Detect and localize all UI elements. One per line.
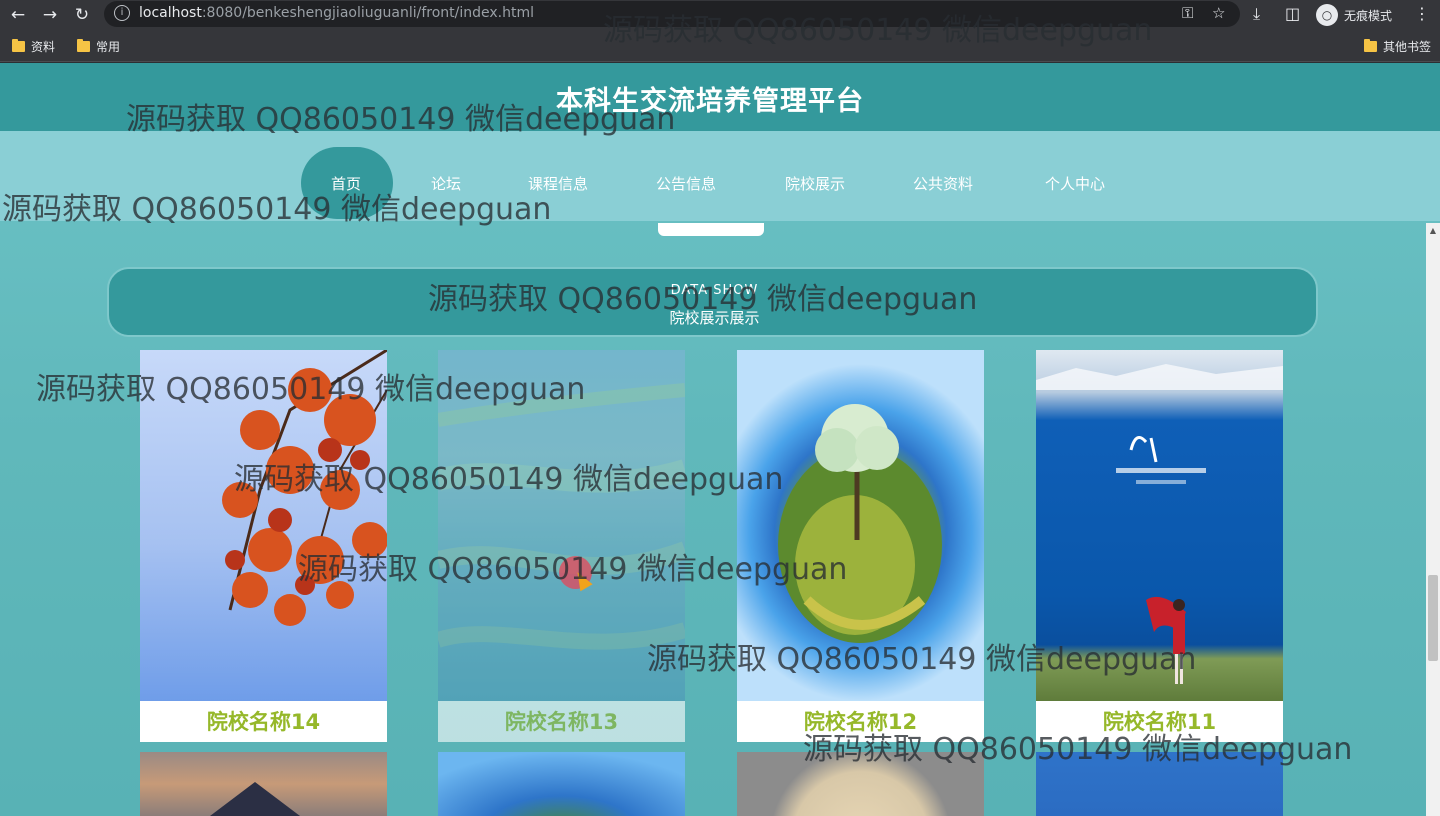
watermark: 源码获取 QQ86050149 微信deepguan	[603, 13, 1153, 48]
incognito-icon: ○	[1316, 4, 1338, 26]
bookmark-folder-changyong[interactable]: 常用	[77, 38, 120, 54]
url-text[interactable]: localhost:8080/benkeshengjiaoliuguanli/f…	[139, 5, 534, 21]
scroll-thumb[interactable]	[1428, 575, 1438, 661]
forward-arrow-icon[interactable]: →	[38, 3, 62, 27]
nav-item-schools[interactable]: 院校展示	[785, 173, 845, 194]
download-icon[interactable]: ⤓	[1253, 4, 1260, 24]
site-info-icon[interactable]: i	[114, 5, 130, 21]
back-arrow-icon[interactable]: ←	[6, 3, 30, 27]
school-name[interactable]: 院校名称13	[438, 702, 685, 742]
page-viewport: 本科生交流培养管理平台 首页 论坛 课程信息 公告信息 院校展示 公共资料 个人…	[0, 63, 1440, 816]
bookmark-folder-other[interactable]: 其他书签	[1364, 38, 1431, 54]
key-icon[interactable]: ⚿	[1182, 4, 1193, 22]
folder-icon	[77, 38, 90, 52]
school-name[interactable]: 院校名称14	[140, 702, 387, 742]
watermark: 源码获取 QQ86050149 微信deepguan	[298, 552, 848, 587]
watermark: 源码获取 QQ86050149 微信deepguan	[803, 732, 1353, 767]
folder-icon	[1364, 38, 1377, 52]
watermark: 源码获取 QQ86050149 微信deepguan	[126, 102, 676, 137]
page-scrollbar[interactable]: ▲	[1426, 223, 1440, 816]
watermark: 源码获取 QQ86050149 微信deepguan	[36, 372, 586, 407]
watermark: 源码获取 QQ86050149 微信deepguan	[647, 642, 1197, 677]
scroll-up-icon[interactable]: ▲	[1426, 225, 1440, 237]
folder-icon	[12, 38, 25, 52]
incognito-indicator[interactable]: ○ 无痕模式	[1316, 3, 1392, 27]
star-bookmark-icon[interactable]: ☆	[1212, 4, 1225, 22]
carousel-tab	[658, 223, 764, 236]
watermark: 源码获取 QQ86050149 微信deepguan	[428, 282, 978, 317]
more-menu-icon[interactable]: ⋮	[1414, 4, 1430, 23]
nav-item-public-materials[interactable]: 公共资料	[913, 173, 973, 194]
incognito-label: 无痕模式	[1344, 8, 1393, 23]
bookmark-folder-ziliao[interactable]: 资料	[12, 38, 55, 54]
reload-icon[interactable]: ↻	[70, 3, 94, 27]
school-card-thumb[interactable]	[438, 752, 685, 816]
nav-item-profile[interactable]: 个人中心	[1045, 173, 1105, 194]
watermark: 源码获取 QQ86050149 微信deepguan	[234, 462, 784, 497]
nav-item-announcements[interactable]: 公告信息	[656, 173, 716, 194]
side-panel-icon[interactable]: ◫	[1285, 4, 1300, 23]
school-card[interactable]: 院校名称11	[1036, 350, 1283, 742]
school-card-thumb[interactable]	[140, 752, 387, 816]
watermark: 源码获取 QQ86050149 微信deepguan	[2, 192, 552, 227]
sunset-mountain-image	[210, 782, 300, 816]
